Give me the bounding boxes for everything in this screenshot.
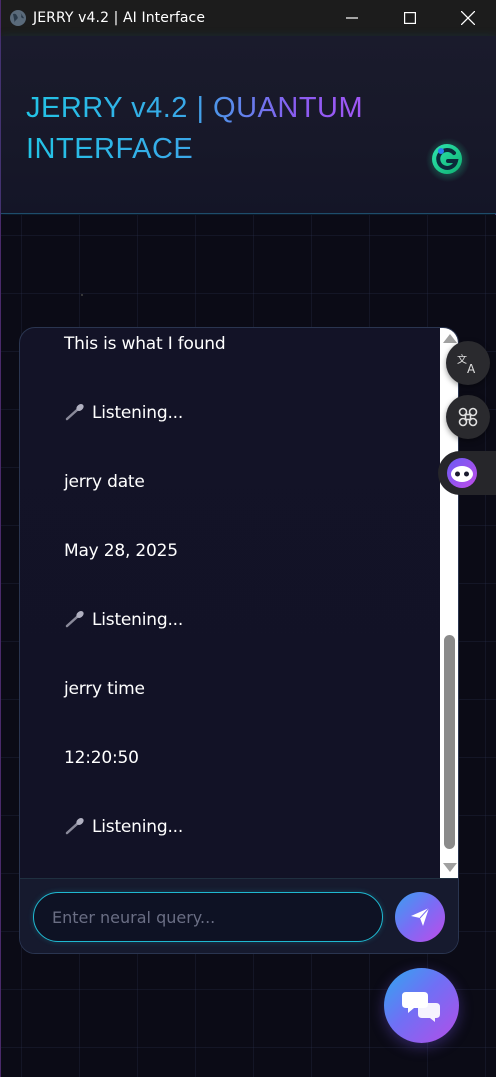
decorative-dot bbox=[81, 294, 83, 296]
maximize-icon bbox=[404, 12, 416, 24]
message-item: May 28, 2025 bbox=[64, 541, 178, 561]
maximize-button[interactable] bbox=[381, 0, 439, 36]
send-button[interactable] bbox=[395, 892, 445, 942]
message-text: 12:20:50 bbox=[64, 748, 139, 768]
message-item: Listening... bbox=[64, 403, 183, 423]
chat-panel: This is what I found Listening... jerry … bbox=[19, 327, 459, 954]
query-input[interactable] bbox=[33, 892, 383, 942]
input-bar bbox=[20, 878, 458, 953]
app-header: JERRY v4.2 | QUANTUM INTERFACE bbox=[1, 36, 496, 214]
svg-text:文: 文 bbox=[457, 353, 467, 366]
message-text: May 28, 2025 bbox=[64, 541, 178, 561]
microphone-icon bbox=[65, 818, 84, 835]
message-text: This is what I found bbox=[64, 334, 226, 354]
microphone-icon bbox=[65, 611, 84, 628]
command-button[interactable] bbox=[446, 395, 490, 439]
message-item: jerry time bbox=[64, 679, 145, 699]
message-text: jerry time bbox=[64, 679, 145, 699]
close-button[interactable] bbox=[439, 0, 496, 36]
close-icon bbox=[461, 11, 475, 25]
scroll-up-arrow-icon[interactable] bbox=[443, 334, 457, 343]
globe-icon bbox=[10, 10, 26, 26]
grammarly-g-logo[interactable] bbox=[425, 138, 471, 182]
svg-text:A: A bbox=[467, 362, 476, 375]
message-item: 12:20:50 bbox=[64, 748, 139, 768]
minimize-icon bbox=[346, 17, 358, 19]
message-list: This is what I found Listening... jerry … bbox=[20, 328, 440, 878]
microphone-icon bbox=[65, 404, 84, 421]
assistant-button[interactable] bbox=[438, 451, 496, 495]
scroll-thumb[interactable] bbox=[444, 635, 455, 849]
message-text: Listening... bbox=[92, 817, 184, 837]
command-icon bbox=[458, 407, 478, 427]
minimize-button[interactable] bbox=[323, 0, 381, 36]
message-text: Listening... bbox=[92, 610, 184, 630]
message-item: jerry date bbox=[64, 472, 145, 492]
message-text: Listening... bbox=[92, 403, 184, 423]
message-text: jerry date bbox=[64, 472, 145, 492]
translate-icon: 文 A bbox=[457, 353, 476, 375]
chat-bubbles-icon bbox=[401, 991, 440, 1022]
paper-plane-icon bbox=[411, 907, 430, 926]
title-bar: JERRY v4.2 | AI Interface bbox=[1, 0, 496, 36]
window-title: JERRY v4.2 | AI Interface bbox=[33, 10, 206, 26]
message-item: Listening... bbox=[64, 817, 183, 837]
chat-fab-button[interactable] bbox=[384, 968, 459, 1043]
message-item: Listening... bbox=[64, 610, 183, 630]
page-title: JERRY v4.2 | QUANTUM INTERFACE bbox=[26, 88, 386, 170]
scroll-down-arrow-icon[interactable] bbox=[443, 863, 457, 872]
translate-button[interactable]: 文 A bbox=[446, 341, 490, 385]
bot-face-icon bbox=[447, 458, 477, 488]
message-item: This is what I found bbox=[64, 334, 226, 354]
